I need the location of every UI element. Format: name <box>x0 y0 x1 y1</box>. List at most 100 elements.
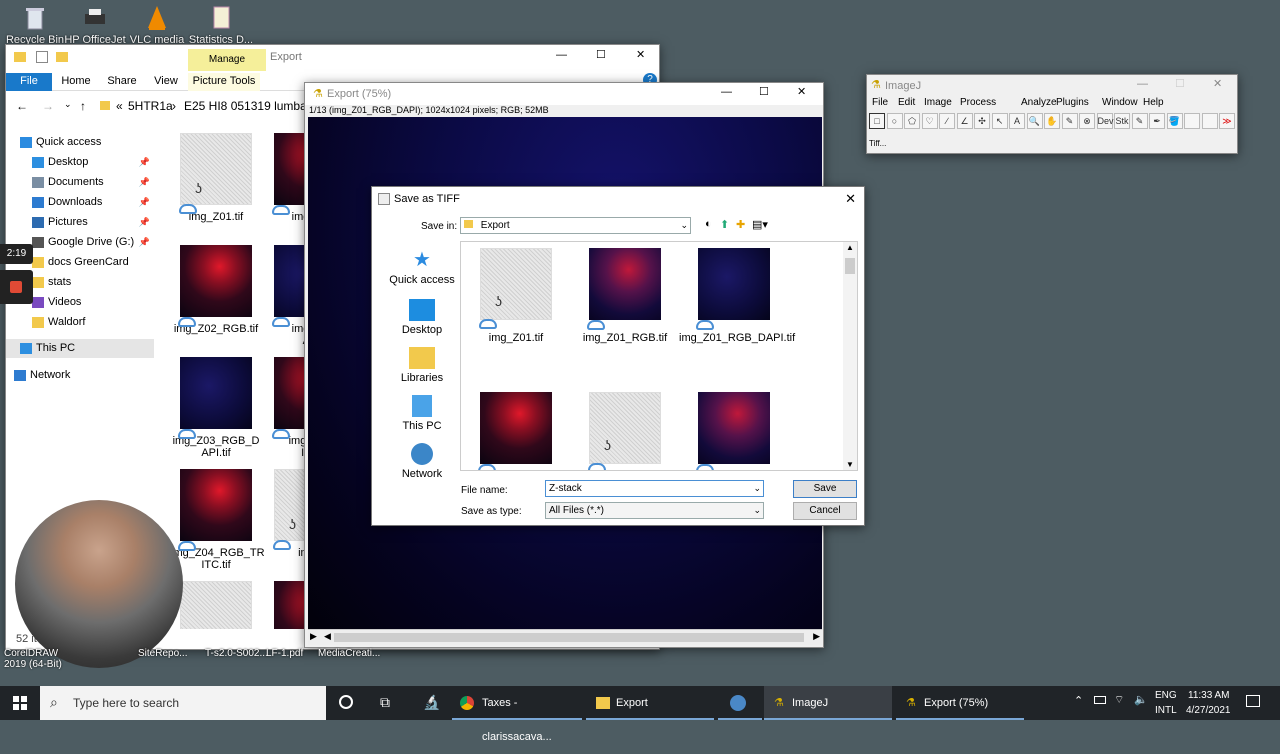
desktop-icon-label[interactable]: T-s2.0-S002... <box>205 648 268 659</box>
desktop-icon-label[interactable]: LF-1.pdf <box>266 648 303 659</box>
scroll-thumb[interactable] <box>845 258 855 274</box>
dialog-file-tile[interactable]: img_Z01.tif <box>461 248 571 344</box>
tool-button[interactable]: A <box>1009 113 1025 129</box>
windows-start-icon[interactable] <box>13 696 27 710</box>
close-button[interactable]: ✕ <box>1213 77 1222 90</box>
tab-share[interactable]: Share <box>104 73 140 91</box>
pin-icon[interactable]: 📌 <box>139 193 150 212</box>
up-icon[interactable]: ↑ <box>80 99 86 113</box>
tool-button[interactable]: Stk <box>1114 113 1130 129</box>
maximize-button[interactable]: ☐ <box>759 85 769 98</box>
scroll-down-icon[interactable]: ▼ <box>846 460 854 469</box>
language-bottom[interactable]: INTL <box>1155 705 1177 716</box>
manage-tab[interactable]: Manage <box>188 49 266 71</box>
play-icon[interactable]: ▶ <box>310 631 317 642</box>
desktop-icon-label[interactable]: MediaCreati... <box>318 648 380 659</box>
wifi-icon[interactable]: ⌔ <box>1114 693 1124 707</box>
taskbar-item-explorer[interactable]: Export <box>586 686 714 720</box>
notification-icon[interactable] <box>1246 695 1260 707</box>
taskbar-item-network-app[interactable] <box>718 686 762 720</box>
dialog-file-tile[interactable]: img_Z01_RGB_DAPI.tif <box>679 248 795 344</box>
file-tile[interactable] <box>171 581 261 629</box>
minimize-button[interactable]: — <box>1137 78 1148 90</box>
vertical-scrollbar[interactable]: ▲ ▼ <box>843 242 857 470</box>
clock-date[interactable]: 4/27/2021 <box>1186 705 1231 716</box>
pin-icon[interactable]: 📌 <box>139 173 150 192</box>
checkbox-icon[interactable] <box>36 51 48 63</box>
tab-picture-tools[interactable]: Picture Tools <box>188 73 260 91</box>
breadcrumb-overflow[interactable]: « <box>116 99 123 113</box>
save-as-type-select[interactable]: All Files (*.*) ⌄ <box>545 502 764 519</box>
scroll-left-icon[interactable]: ◀ <box>324 631 331 642</box>
tool-button[interactable]: ○ <box>886 113 903 129</box>
tool-button[interactable]: ⬠ <box>904 113 920 129</box>
tool-button[interactable]: ∠ <box>956 113 973 129</box>
tab-file[interactable]: File <box>6 73 52 91</box>
desktop-icon-printer[interactable]: HP OfficeJet <box>60 4 130 46</box>
tool-button[interactable] <box>1184 113 1200 129</box>
folder-icon[interactable] <box>56 52 68 62</box>
menu-file[interactable]: File <box>872 97 888 108</box>
task-view-icon[interactable]: ⧉ <box>380 694 390 711</box>
nav-item-network[interactable]: Network <box>6 366 154 385</box>
nav-item-waldorf[interactable]: Waldorf <box>6 313 154 332</box>
menu-image[interactable]: Image <box>924 97 952 108</box>
desktop-icon-label[interactable]: SiteRepo... <box>138 648 187 659</box>
up-folder-icon[interactable]: ⬆ <box>720 218 729 231</box>
clock-time[interactable]: 11:33 AM <box>1188 690 1230 701</box>
slider-thumb[interactable] <box>334 633 804 642</box>
menu-plugins[interactable]: Plugins <box>1056 97 1089 108</box>
maximize-button[interactable]: ☐ <box>1175 77 1185 90</box>
menu-window[interactable]: Window <box>1102 97 1138 108</box>
taskbar-item-imagej[interactable]: ⚗ ImageJ <box>764 686 892 720</box>
nav-item-this-pc[interactable]: This PC <box>6 339 154 358</box>
forward-icon[interactable]: → <box>42 99 54 113</box>
stack-slider[interactable]: ▶ ◀ ▶ <box>308 629 822 645</box>
dialog-file-tile[interactable] <box>570 392 680 470</box>
nav-item-desktop[interactable]: Desktop 📌 <box>6 153 154 172</box>
tool-button[interactable]: Dev <box>1096 113 1114 129</box>
file-tile[interactable]: img_Z01.tif <box>171 133 261 223</box>
close-button[interactable]: ✕ <box>797 85 806 98</box>
tool-button[interactable]: ✎ <box>1061 113 1078 129</box>
tool-button[interactable]: ✒ <box>1149 113 1165 129</box>
language-top[interactable]: ENG <box>1155 690 1177 701</box>
volume-icon[interactable]: 🔈 <box>1134 693 1148 706</box>
tool-button[interactable]: ↖ <box>991 113 1008 129</box>
microscope-icon[interactable]: 🔬 <box>423 694 440 711</box>
file-tile[interactable]: img_Z03_RGB_D API.tif <box>171 357 261 459</box>
place-desktop[interactable]: Desktop <box>384 299 460 336</box>
nav-item-documents[interactable]: Documents 📌 <box>6 173 154 192</box>
tool-button[interactable]: □ <box>869 113 885 129</box>
stop-recording-button[interactable] <box>0 270 33 304</box>
file-name-input[interactable]: Z-stack ⌄ <box>545 480 764 497</box>
tool-button[interactable]: ≫ <box>1219 113 1235 129</box>
menu-help[interactable]: Help <box>1143 97 1164 108</box>
file-tile[interactable]: img_Z02_RGB.tif <box>171 245 261 335</box>
desktop-icon-label[interactable]: 2019 (64-Bit) <box>4 659 62 670</box>
save-button[interactable]: Save <box>793 480 857 498</box>
scroll-up-icon[interactable]: ▲ <box>846 243 854 252</box>
tool-button[interactable]: ∕ <box>939 113 955 129</box>
desktop-icon-label[interactable]: CorelDRAW <box>4 648 58 659</box>
minimize-button[interactable]: — <box>721 86 732 98</box>
taskbar-item-chrome[interactable]: Taxes - clarissacava... <box>452 686 582 743</box>
back-icon[interactable]: ◐ <box>705 218 712 230</box>
chevron-down-icon[interactable]: ⌄ <box>64 99 72 110</box>
pin-icon[interactable]: 📌 <box>139 213 150 232</box>
minimize-button[interactable]: — <box>556 49 567 61</box>
close-button[interactable]: ✕ <box>636 48 645 61</box>
desktop-icon-statistics[interactable]: Statistics D... <box>186 4 256 46</box>
scroll-right-icon[interactable]: ▶ <box>813 631 820 642</box>
tool-button[interactable]: ✣ <box>974 113 990 129</box>
tool-button[interactable]: ⊗ <box>1079 113 1095 129</box>
back-icon[interactable]: ← <box>16 99 28 113</box>
place-this-pc[interactable]: This PC <box>384 395 460 432</box>
tool-button[interactable]: 🪣 <box>1166 113 1183 129</box>
desktop-icon-vlc[interactable]: VLC media <box>122 4 192 46</box>
cortana-icon[interactable] <box>339 695 353 709</box>
tool-button[interactable]: ✋ <box>1044 113 1060 129</box>
save-in-select[interactable]: Export ⌄ <box>460 217 691 234</box>
chevron-down-icon[interactable]: ⌄ <box>753 481 761 496</box>
dialog-file-tile[interactable]: img_Z01_RGB.tif <box>570 248 680 344</box>
